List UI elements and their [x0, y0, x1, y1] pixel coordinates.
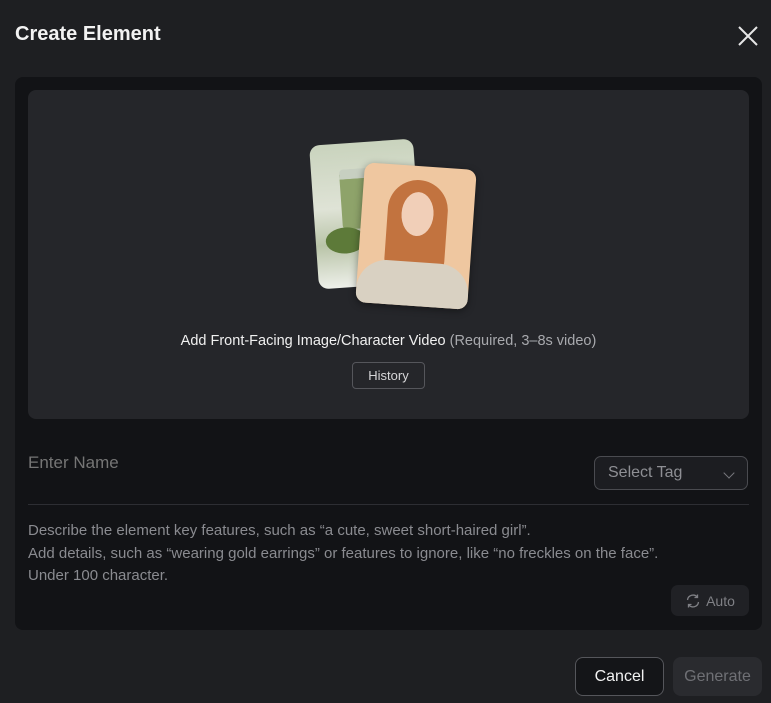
- element-form-panel: Add Front-Facing Image/Character Video (…: [15, 77, 762, 630]
- description-placeholder-line: Describe the element key features, such …: [28, 522, 531, 539]
- name-input[interactable]: [28, 453, 588, 473]
- cancel-button[interactable]: Cancel: [575, 657, 664, 696]
- auto-label: Auto: [706, 592, 735, 609]
- select-tag-label: Select Tag: [608, 464, 683, 481]
- character-example-image: [355, 162, 477, 310]
- dialog-title: Create Element: [15, 23, 161, 45]
- example-images: [309, 138, 477, 310]
- auto-button[interactable]: Auto: [671, 585, 749, 616]
- divider: [28, 504, 749, 505]
- upload-area[interactable]: Add Front-Facing Image/Character Video (…: [28, 90, 749, 419]
- chevron-down-icon: [723, 467, 735, 479]
- description-placeholder-line: Under 100 character.: [28, 567, 169, 584]
- close-icon[interactable]: [737, 25, 759, 47]
- refresh-icon: [686, 593, 700, 608]
- upload-hint: (Required, 3–8s video): [449, 333, 597, 349]
- select-tag-dropdown[interactable]: Select Tag: [594, 456, 748, 490]
- upload-instruction: Add Front-Facing Image/Character Video (…: [28, 333, 749, 349]
- history-button[interactable]: History: [352, 362, 425, 389]
- description-placeholder-line: Add details, such as “wearing gold earri…: [28, 544, 659, 562]
- upload-label: Add Front-Facing Image/Character Video: [180, 333, 446, 349]
- generate-button[interactable]: Generate: [673, 657, 762, 696]
- description-input[interactable]: Describe the element key features, such …: [28, 520, 658, 588]
